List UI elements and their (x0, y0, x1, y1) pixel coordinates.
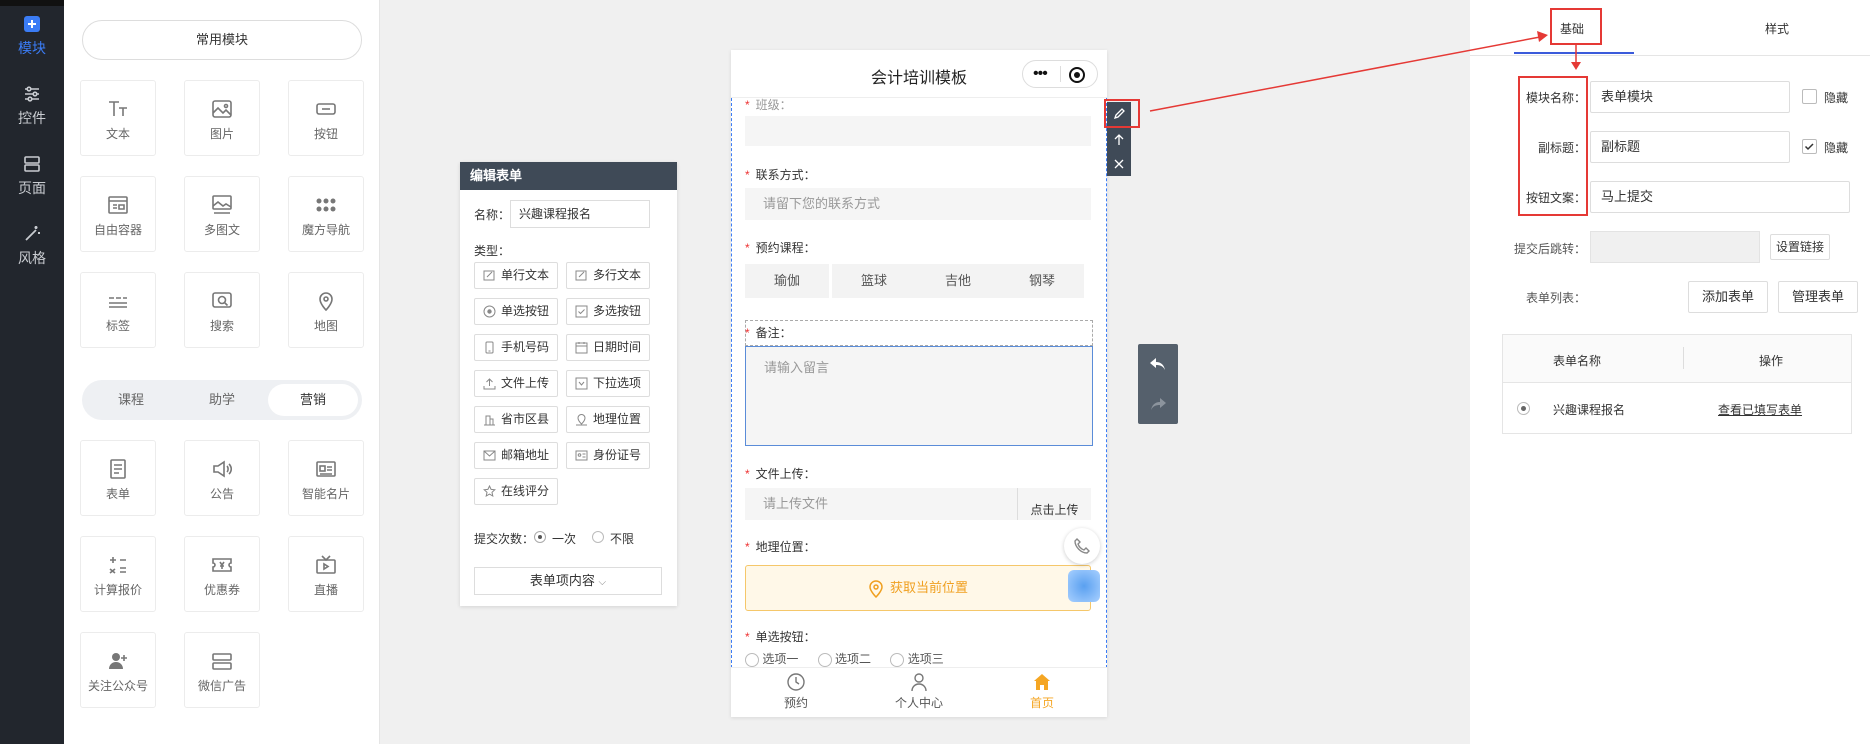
annotation-arrow-head (1537, 31, 1548, 42)
annotation-arrows (1149, 31, 1581, 112)
annotation-arrow-down-head (1571, 62, 1581, 70)
annotation-arrow-line (1149, 36, 1541, 112)
